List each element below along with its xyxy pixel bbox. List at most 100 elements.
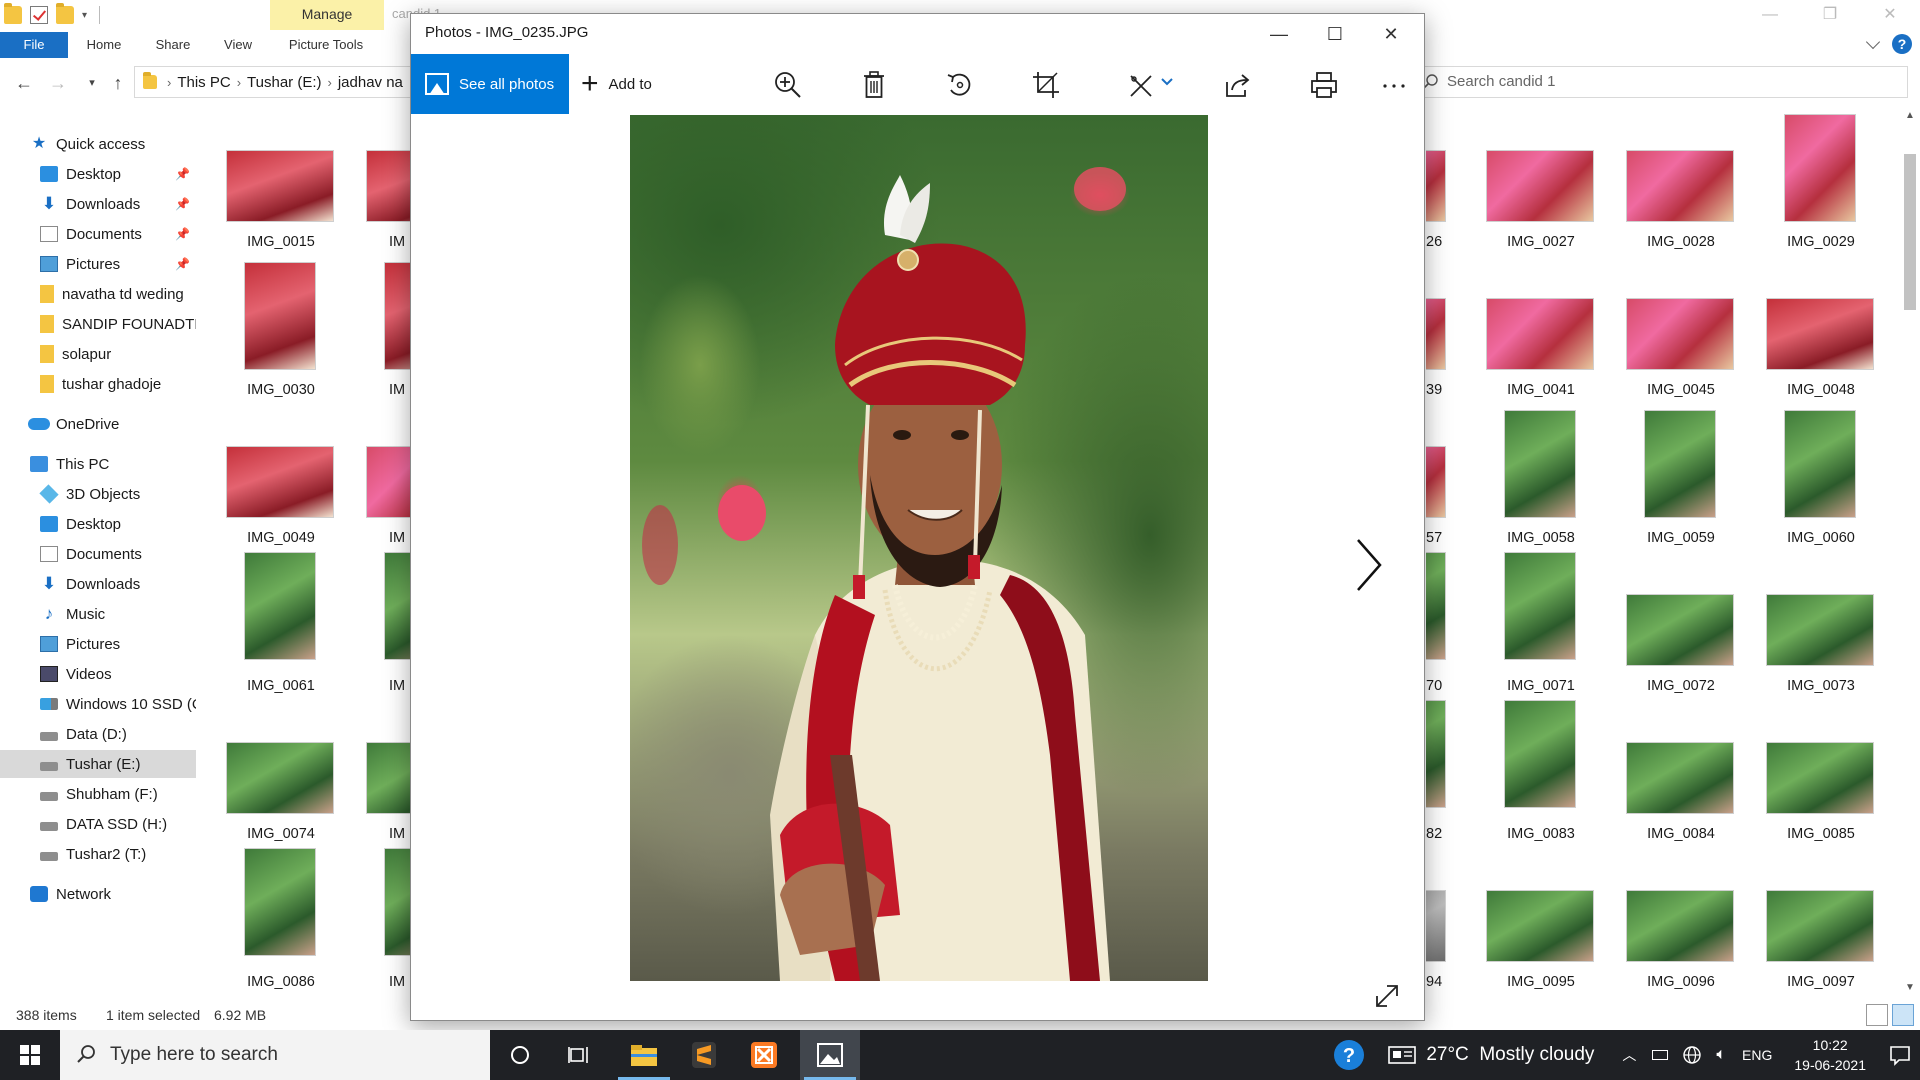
chevron-right-icon[interactable]: › <box>328 75 332 90</box>
customize-toolbar-icon[interactable]: ▾ <box>82 10 87 21</box>
properties-icon[interactable] <box>30 6 48 24</box>
file-tile[interactable]: IMG_0058 <box>1480 404 1620 552</box>
maximize-icon[interactable]: ☐ <box>1307 14 1363 54</box>
add-to-button[interactable]: + Add to <box>581 54 652 114</box>
taskbar-sublime[interactable] <box>674 1030 734 1080</box>
nav-item-solapur[interactable]: solapur <box>0 340 196 368</box>
file-tile[interactable]: IMG_0028 <box>1620 108 1760 256</box>
vertical-scrollbar[interactable]: ▲ ▼ <box>1900 108 1920 996</box>
minimize-icon[interactable]: — <box>1740 0 1800 30</box>
close-icon[interactable]: ✕ <box>1363 14 1419 54</box>
zoom-in-icon[interactable] <box>773 70 803 100</box>
file-tile[interactable]: 57 <box>1426 404 1456 552</box>
file-tile[interactable]: IMG_0095 <box>1480 848 1620 996</box>
nav-item-drive-c[interactable]: Windows 10 SSD (C <box>0 690 196 718</box>
edit-create-icon[interactable] <box>1127 70 1157 100</box>
nav-onedrive[interactable]: OneDrive <box>0 410 196 438</box>
file-tile[interactable]: IMG_0059 <box>1620 404 1760 552</box>
nav-item-drive-e[interactable]: Tushar (E:) <box>0 750 196 778</box>
file-tile[interactable]: IMG_0071 <box>1480 552 1620 700</box>
file-tile[interactable]: IM <box>360 404 410 552</box>
task-view-button[interactable] <box>550 1030 610 1080</box>
file-tile[interactable]: IM <box>360 108 410 256</box>
file-tile[interactable]: IM <box>360 552 410 700</box>
next-photo-arrow-icon[interactable] <box>1348 535 1388 595</box>
nav-item-pc-documents[interactable]: Documents <box>0 540 196 568</box>
nav-item-videos[interactable]: Videos <box>0 660 196 688</box>
weather-widget[interactable]: 27°C Mostly cloudy <box>1388 1044 1594 1066</box>
nav-item-desktop[interactable]: Desktop 📌 <box>0 160 196 188</box>
file-tile[interactable]: IMG_0027 <box>1480 108 1620 256</box>
search-input[interactable]: Search candid 1 <box>1414 66 1908 98</box>
file-tile[interactable]: IMG_0073 <box>1760 552 1900 700</box>
nav-item-music[interactable]: ♪ Music <box>0 600 196 628</box>
nav-item-documents[interactable]: Documents 📌 <box>0 220 196 248</box>
file-tile[interactable]: 26 <box>1426 108 1456 256</box>
nav-item-drive-t[interactable]: Tushar2 (T:) <box>0 840 196 868</box>
file-tile[interactable]: IMG_0083 <box>1480 700 1620 848</box>
scroll-down-icon[interactable]: ▼ <box>1902 982 1918 996</box>
nav-item-drive-f[interactable]: Shubham (F:) <box>0 780 196 808</box>
chevron-right-icon[interactable]: › <box>237 75 241 90</box>
scroll-thumb[interactable] <box>1904 154 1916 310</box>
taskbar-photos[interactable] <box>800 1030 860 1080</box>
action-center-button[interactable] <box>1880 1030 1920 1080</box>
nav-item-pc-pictures[interactable]: Pictures <box>0 630 196 658</box>
manage-contextual-tab[interactable]: Manage <box>270 0 384 30</box>
nav-item-drive-d[interactable]: Data (D:) <box>0 720 196 748</box>
clock[interactable]: 10:22 19-06-2021 <box>1794 1035 1866 1075</box>
file-tile[interactable]: 82 <box>1426 700 1456 848</box>
breadcrumb-jadhav[interactable]: jadhav na <box>338 74 403 91</box>
recent-locations-icon[interactable]: ▾ <box>80 72 104 94</box>
file-tile[interactable]: 39 <box>1426 256 1456 404</box>
nav-item-tushar-ghadoje[interactable]: tushar ghadoje <box>0 370 196 398</box>
rotate-icon[interactable] <box>945 70 975 100</box>
language-indicator[interactable]: ENG <box>1742 1047 1772 1063</box>
forward-icon[interactable]: → <box>46 72 70 94</box>
file-tile[interactable]: IMG_0060 <box>1760 404 1900 552</box>
large-icons-view-icon[interactable] <box>1892 1004 1914 1026</box>
nav-item-drive-h[interactable]: DATA SSD (H:) <box>0 810 196 838</box>
help-tips-icon[interactable]: ? <box>1332 1038 1366 1072</box>
nav-item-pc-desktop[interactable]: Desktop <box>0 510 196 538</box>
file-tile[interactable]: IMG_0049 <box>220 404 360 552</box>
battery-icon[interactable] <box>1652 1050 1669 1060</box>
file-tile[interactable]: IMG_0074 <box>220 700 360 848</box>
tab-share[interactable]: Share <box>146 32 200 58</box>
taskbar-xampp[interactable] <box>734 1030 794 1080</box>
share-icon[interactable] <box>1223 70 1253 100</box>
help-icon[interactable]: ? <box>1892 34 1912 54</box>
chevron-down-icon[interactable] <box>1159 70 1175 100</box>
pin-icon[interactable]: 📌 <box>175 257 190 271</box>
globe-network-icon[interactable] <box>1682 1045 1702 1065</box>
tab-picture-tools[interactable]: Picture Tools <box>280 32 372 58</box>
file-tile[interactable]: IM <box>360 256 410 404</box>
file-tile[interactable]: IMG_0030 <box>220 256 360 404</box>
file-tile[interactable]: IMG_0084 <box>1620 700 1760 848</box>
tab-home[interactable]: Home <box>76 32 132 58</box>
file-tile[interactable]: 70 <box>1426 552 1456 700</box>
photo-image[interactable] <box>630 115 1208 981</box>
close-icon[interactable]: ✕ <box>1860 0 1920 30</box>
taskbar-file-explorer[interactable] <box>614 1030 674 1080</box>
file-tile[interactable]: IMG_0061 <box>220 552 360 700</box>
file-tile[interactable]: IMG_0085 <box>1760 700 1900 848</box>
minimize-icon[interactable]: — <box>1251 14 1307 54</box>
nav-item-sandip[interactable]: SANDIP FOUNADTIO <box>0 310 196 338</box>
more-options-icon[interactable] <box>1379 70 1409 100</box>
full-screen-icon[interactable] <box>1372 981 1402 1011</box>
volume-icon[interactable]: 🔈︎ <box>1716 1046 1726 1064</box>
back-icon[interactable]: ← <box>12 72 36 94</box>
address-bar[interactable]: › This PC › Tushar (E:) › jadhav na <box>134 66 414 98</box>
scroll-up-icon[interactable]: ▲ <box>1902 110 1918 124</box>
chevron-right-icon[interactable]: › <box>167 75 171 90</box>
nav-network[interactable]: Network <box>0 880 196 908</box>
delete-icon[interactable] <box>859 70 889 100</box>
file-tile[interactable]: IMG_0086 <box>220 848 360 996</box>
pin-icon[interactable]: 📌 <box>175 167 190 181</box>
nav-item-3d-objects[interactable]: 3D Objects <box>0 480 196 508</box>
restore-icon[interactable]: ❐ <box>1800 0 1860 30</box>
see-all-photos-button[interactable]: See all photos <box>411 54 569 114</box>
crop-icon[interactable] <box>1031 70 1061 100</box>
up-icon[interactable]: ↑ <box>106 72 130 94</box>
